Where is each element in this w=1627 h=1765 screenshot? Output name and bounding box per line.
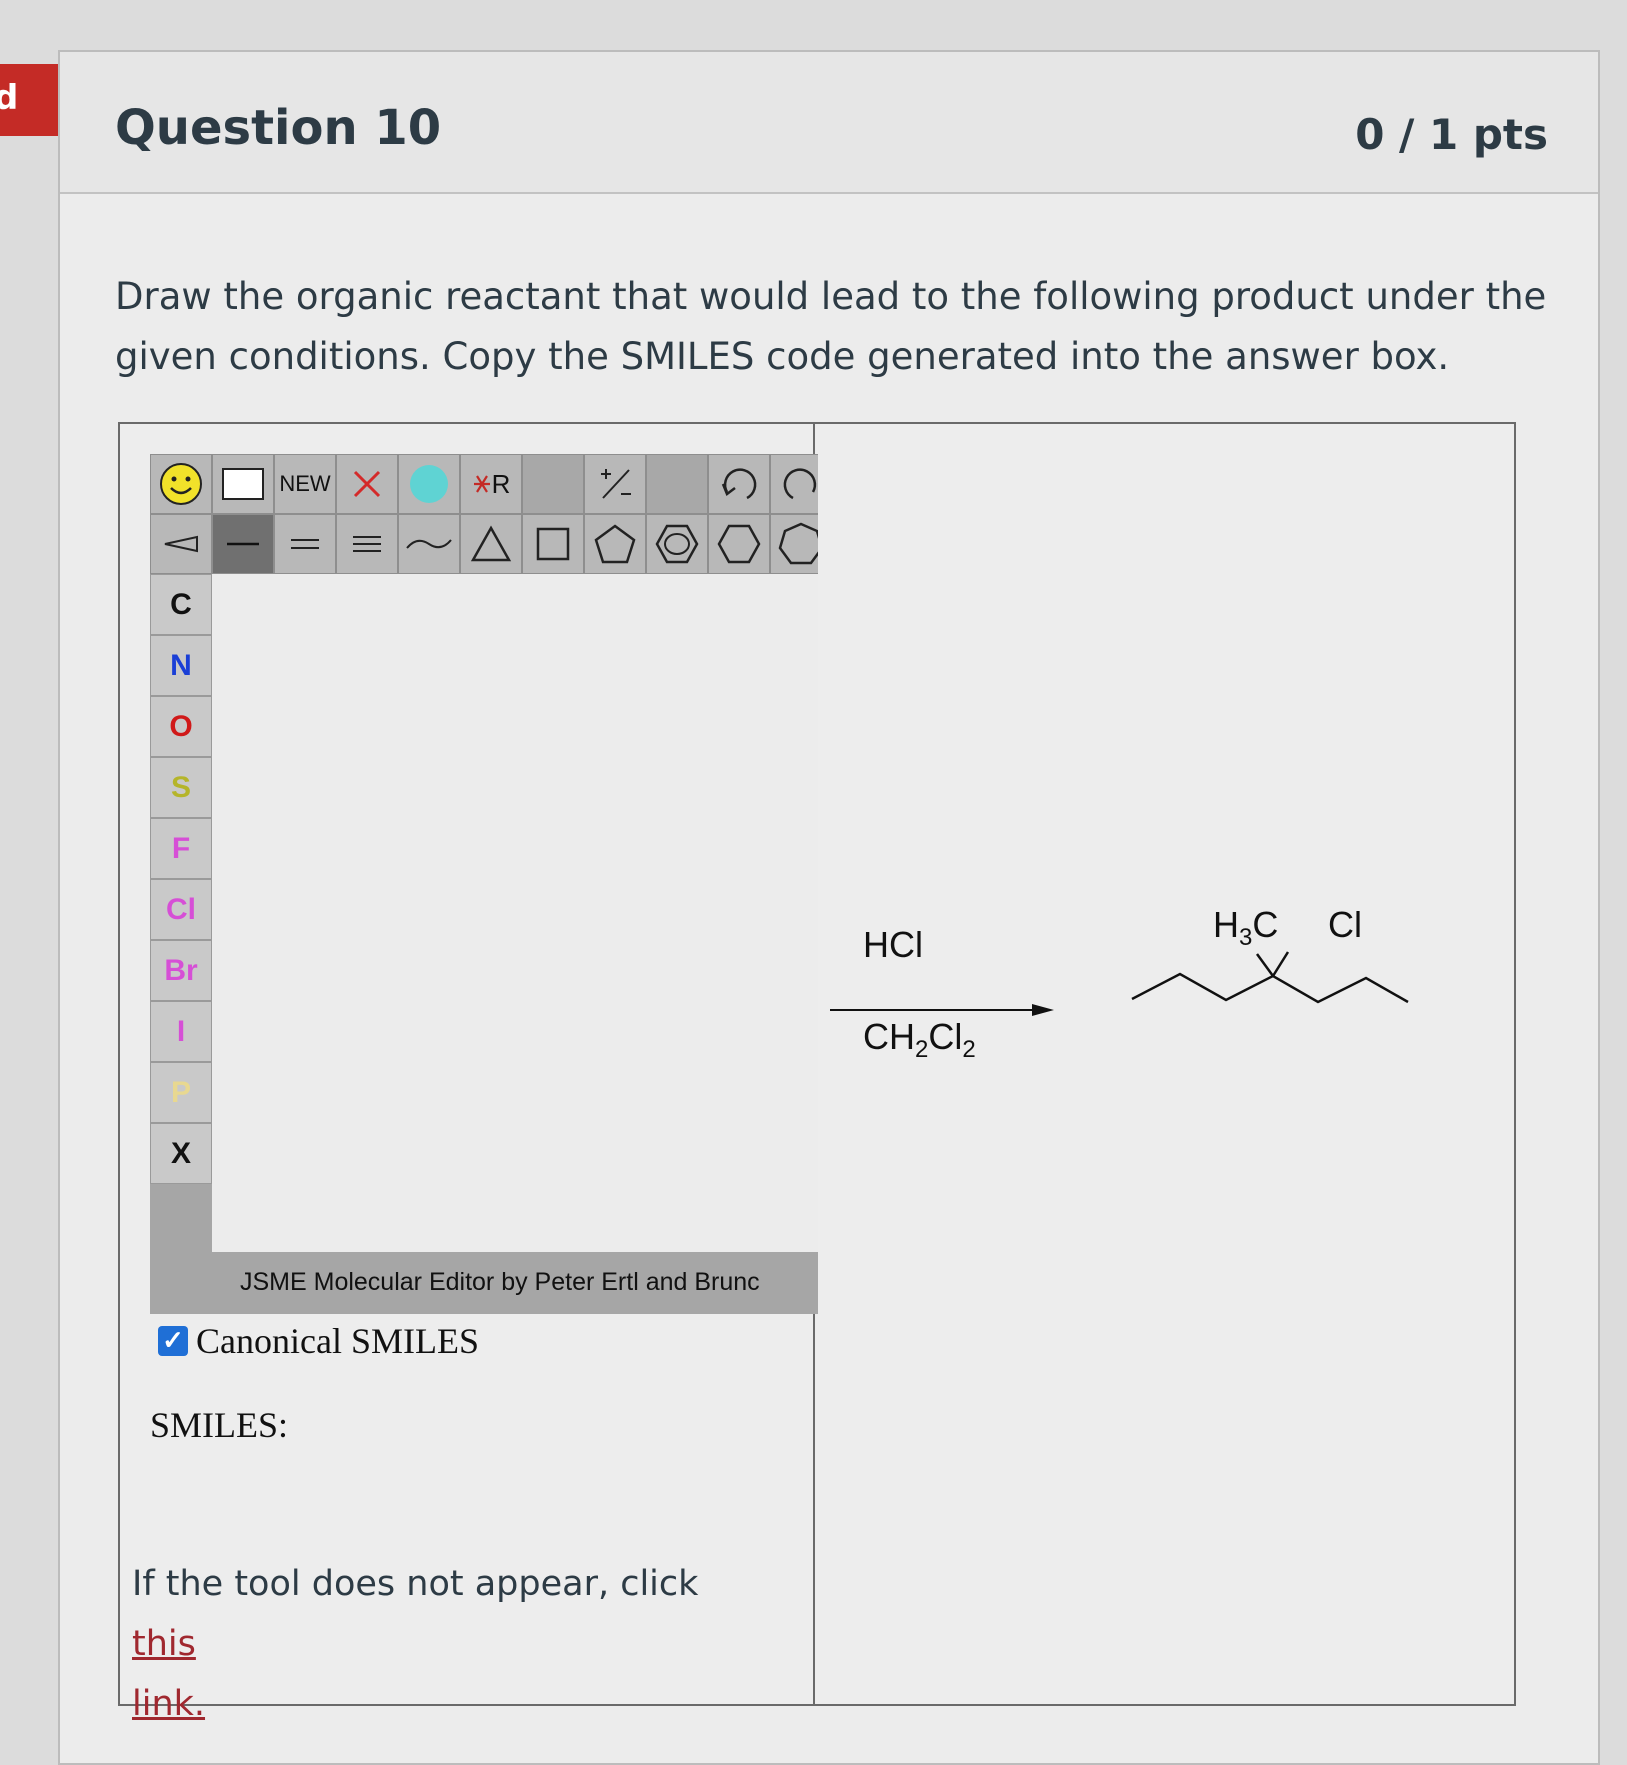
atom-button-o[interactable]: O — [150, 696, 212, 757]
fallback-text: If the tool does not appear, click — [132, 1564, 699, 1604]
atom-button-c[interactable]: C — [150, 574, 212, 635]
product-chlorine-label: Cl — [1328, 904, 1362, 946]
question-title: Question 10 — [115, 100, 442, 156]
delete-x-icon[interactable] — [336, 454, 398, 514]
new-button[interactable]: NEW — [274, 454, 336, 514]
atom-button-n[interactable]: N — [150, 635, 212, 696]
double-bond-icon[interactable] — [274, 514, 336, 574]
canonical-smiles-label: Canonical SMILES — [196, 1321, 479, 1361]
cycloheptane-icon[interactable] — [770, 514, 818, 574]
smiles-label: SMILES: — [150, 1405, 289, 1445]
ribbon-text: d — [0, 78, 19, 118]
redo-icon[interactable] — [770, 454, 818, 514]
solvent-ch2cl2: CH2Cl2 — [863, 1016, 976, 1064]
atom-label: S — [170, 770, 191, 804]
atom-palette: C N O S F Cl Br I P X — [150, 574, 212, 1314]
atom-label: Cl — [166, 892, 196, 926]
canonical-smiles-checkbox[interactable]: ✓ — [158, 1326, 188, 1356]
cyclopropane-icon[interactable] — [460, 514, 522, 574]
atom-button-f[interactable]: F — [150, 818, 212, 879]
jsme-credit: JSME Molecular Editor by Peter Ertl and … — [240, 1268, 760, 1296]
jsme-footer: JSME Molecular Editor by Peter Ertl and … — [150, 1252, 818, 1314]
benzene-icon[interactable] — [646, 514, 708, 574]
atom-button-br[interactable]: Br — [150, 940, 212, 1001]
toolbar-row-2 — [150, 514, 818, 574]
question-card: Question 10 0 / 1 pts Draw the organic r… — [58, 50, 1600, 1765]
atom-label: I — [176, 1014, 186, 1048]
canonical-smiles-option[interactable]: ✓ Canonical SMILES — [158, 1320, 479, 1362]
toolbar-row-1: NEW R — [150, 454, 818, 514]
atom-button-s[interactable]: S — [150, 757, 212, 818]
r-group-label: R — [491, 468, 511, 499]
reagent-hcl: HCl — [863, 924, 923, 966]
atom-label: P — [170, 1075, 191, 1109]
atom-label: Br — [164, 953, 198, 987]
atom-label: F — [171, 831, 191, 865]
solvent-part: Cl — [928, 1016, 963, 1057]
cyclobutane-icon[interactable] — [522, 514, 584, 574]
solvent-sub: 2 — [962, 1036, 976, 1064]
single-bond-icon[interactable] — [212, 514, 274, 574]
smiley-icon[interactable] — [150, 454, 212, 514]
solvent-sub: 2 — [915, 1036, 929, 1064]
question-points: 0 / 1 pts — [1355, 110, 1548, 159]
atom-label: N — [170, 648, 192, 682]
label-part: C — [1252, 904, 1279, 945]
solvent-part: CH — [863, 1016, 915, 1057]
r-group-icon[interactable]: R — [460, 454, 522, 514]
new-button-label: NEW — [279, 471, 331, 496]
question-content-table: NEW R C N O S F Cl Br I P X JSME Molecul… — [118, 422, 1516, 1724]
product-skeletal-structure — [1131, 951, 1409, 1004]
question-header: Question 10 0 / 1 pts — [60, 52, 1598, 194]
atom-button-i[interactable]: I — [150, 1001, 212, 1062]
jsme-editor: NEW R C N O S F Cl Br I P X JSME Molecul… — [150, 454, 818, 1314]
toolbar-blank — [522, 454, 584, 514]
atom-button-cl[interactable]: Cl — [150, 879, 212, 940]
charge-icon[interactable] — [584, 454, 646, 514]
atom-button-p[interactable]: P — [150, 1062, 212, 1123]
atom-label: C — [170, 587, 192, 621]
question-text: Draw the organic reactant that would lea… — [115, 275, 1547, 378]
undo-icon[interactable] — [708, 454, 770, 514]
label-part: H — [1213, 904, 1239, 945]
chain-icon[interactable] — [398, 514, 460, 574]
atom-label: O — [169, 709, 193, 743]
cyclohexane-icon[interactable] — [708, 514, 770, 574]
atom-button-x[interactable]: X — [150, 1123, 212, 1184]
drawing-canvas[interactable] — [212, 574, 818, 1252]
reagent-text: HCl — [863, 924, 923, 965]
atom-label: X — [170, 1136, 191, 1170]
fallback-link[interactable]: this — [132, 1624, 196, 1664]
mark-atom-icon[interactable] — [398, 454, 460, 514]
stereo-bond-icon[interactable] — [150, 514, 212, 574]
triple-bond-icon[interactable] — [336, 514, 398, 574]
fallback-link-continued[interactable]: link. — [132, 1684, 205, 1724]
cyclopentane-icon[interactable] — [584, 514, 646, 574]
select-box-icon[interactable] — [212, 454, 274, 514]
fallback-note: If the tool does not appear, click this … — [132, 1554, 772, 1734]
toolbar-blank — [646, 454, 708, 514]
label-part: Cl — [1328, 904, 1362, 945]
